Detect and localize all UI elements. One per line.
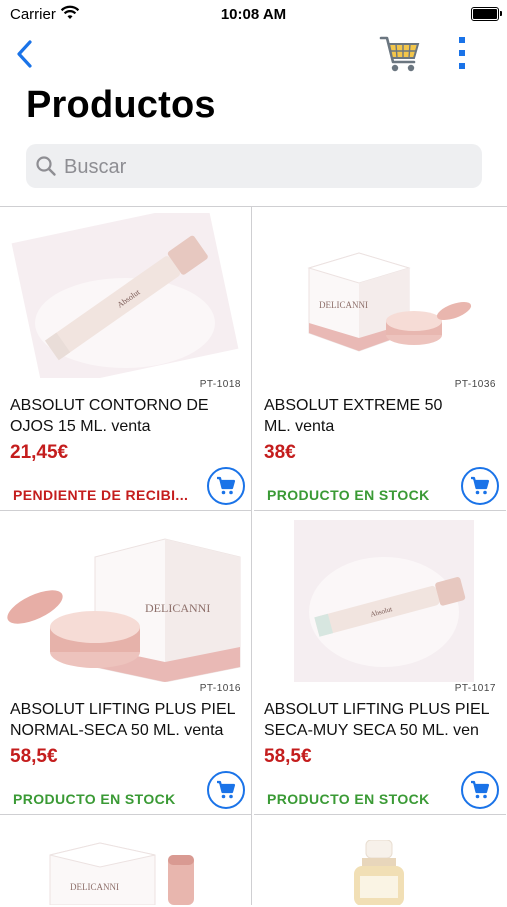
stock-status: PRODUCTO EN STOCK [267,791,430,807]
stock-status: PRODUCTO EN STOCK [267,487,430,503]
product-image: DELICANNI [259,213,499,378]
jar-box-icon: DELICANNI [49,842,194,905]
product-name-line: OJOS 15 ML. venta [10,418,151,435]
product-name-line: ABSOLUT LIFTING PLUS PIEL [10,701,236,718]
add-to-cart-button[interactable] [207,467,245,505]
add-to-cart-button[interactable] [207,771,245,809]
product-code: PT-1018 [199,379,241,390]
product-name: ABSOLUT CONTORNO DE OJOS 15 ML. venta [10,395,246,437]
product-image: Absolut [259,517,499,690]
product-card[interactable]: Absolut PT-1017 ABSOLUT LIFTING PLUS PIE… [254,511,506,815]
product-name-line: ABSOLUT LIFTING PLUS PIEL [264,701,490,718]
product-image: Absolut [5,207,245,391]
product-name: ABSOLUT LIFTING PLUS PIEL NORMAL-SECA 50… [10,699,246,741]
add-to-cart-button[interactable] [461,771,499,809]
product-name-line: ML. venta [264,418,335,435]
cart-icon [471,476,490,495]
status-bar: Carrier 10:08 AM [0,0,507,30]
cart-button[interactable] [378,32,422,76]
product-name: ABSOLUT LIFTING PLUS PIEL SECA-MUY SECA … [264,699,500,741]
more-options-button[interactable] [450,34,474,74]
search-input[interactable] [62,144,466,190]
product-name: ABSOLUT EXTREME 50 ML. venta [264,395,500,437]
search-bar[interactable] [26,144,482,190]
product-card[interactable]: DELICANNI [0,815,252,905]
product-card[interactable]: DELICANNI PT-1016 ABSOLUT LIFTING PLUS P… [0,511,252,815]
product-image: DELICANNI [40,835,210,905]
product-name-line: ABSOLUT CONTORNO DE [10,397,209,414]
bottle-icon [354,839,404,905]
product-name-line: ABSOLUT EXTREME 50 [264,397,443,414]
product-price: 38€ [264,442,296,463]
battery-icon [471,7,502,21]
product-grid: Absolut PT-1018 ABSOLUT CONTORNO DE OJOS… [0,206,507,907]
page-title: Productos [26,84,216,126]
navigation-bar [0,30,507,80]
cart-icon [471,780,490,799]
product-card[interactable]: DELICANNI PT-1036 ABSOLUT EXTREME 50 ML.… [254,207,506,511]
tube-icon: Absolut [11,207,239,391]
svg-text:DELICANNI: DELICANNI [70,882,119,892]
tube-icon: Absolut [294,520,474,690]
product-card[interactable] [254,815,506,905]
back-button[interactable] [12,36,40,72]
jar-box-icon: DELICANNI [307,252,472,352]
product-code: PT-1017 [454,683,496,694]
svg-text:DELICANNI: DELICANNI [319,300,368,310]
product-card[interactable]: Absolut PT-1018 ABSOLUT CONTORNO DE OJOS… [0,207,252,511]
product-price: 58,5€ [264,746,312,767]
clock: 10:08 AM [220,6,287,23]
stock-status: PENDIENTE DE RECIBI... [13,487,189,503]
product-code: PT-1036 [454,379,496,390]
product-price: 21,45€ [10,442,69,463]
jar-box-icon: DELICANNI [7,538,241,683]
product-name-line: NORMAL-SECA 50 ML. venta [10,722,224,739]
product-price: 58,5€ [10,746,58,767]
shopping-cart-icon [379,36,420,72]
svg-text:DELICANNI: DELICANNI [145,601,210,615]
product-name-line: SECA-MUY SECA 50 ML. ven [264,722,479,739]
chevron-left-icon [17,40,32,68]
more-vertical-icon [459,37,465,69]
stock-status: PRODUCTO EN STOCK [13,791,176,807]
search-icon [35,155,57,182]
cart-icon [217,476,236,495]
cart-icon [217,780,236,799]
product-code: PT-1016 [199,683,241,694]
product-image: DELICANNI [5,517,245,683]
add-to-cart-button[interactable] [461,467,499,505]
product-image [344,839,414,905]
